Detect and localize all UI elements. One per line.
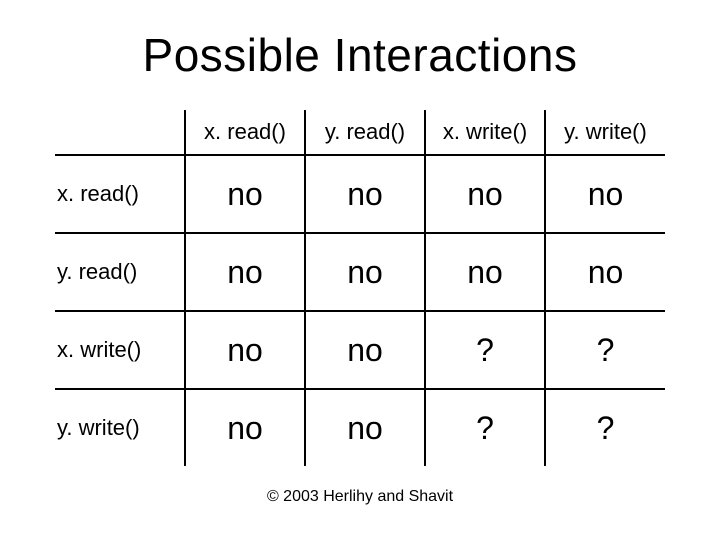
cell: no — [305, 389, 425, 466]
row-header: y. write() — [55, 389, 185, 466]
cell: ? — [425, 389, 545, 466]
page-title: Possible Interactions — [40, 28, 680, 82]
cell: no — [185, 155, 305, 233]
cell: no — [185, 311, 305, 389]
copyright-footer: © 2003 Herlihy and Shavit — [0, 488, 720, 506]
table-row: y. write() no no ? ? — [55, 389, 665, 466]
cell: no — [305, 233, 425, 311]
col-header: y. write() — [545, 110, 665, 155]
row-header: x. read() — [55, 155, 185, 233]
cell: no — [425, 155, 545, 233]
table-header-row: x. read() y. read() x. write() y. write(… — [55, 110, 665, 155]
cell: no — [545, 233, 665, 311]
table-row: x. write() no no ? ? — [55, 311, 665, 389]
slide: Possible Interactions x. read() y. read(… — [0, 0, 720, 540]
table-row: x. read() no no no no — [55, 155, 665, 233]
row-header: y. read() — [55, 233, 185, 311]
cell: no — [305, 155, 425, 233]
col-header: x. read() — [185, 110, 305, 155]
cell: no — [185, 233, 305, 311]
cell: ? — [545, 389, 665, 466]
col-header: x. write() — [425, 110, 545, 155]
table-row: y. read() no no no no — [55, 233, 665, 311]
col-header: y. read() — [305, 110, 425, 155]
table-corner — [55, 110, 185, 155]
cell: ? — [425, 311, 545, 389]
cell: no — [185, 389, 305, 466]
cell: no — [305, 311, 425, 389]
cell: no — [425, 233, 545, 311]
cell: no — [545, 155, 665, 233]
row-header: x. write() — [55, 311, 185, 389]
cell: ? — [545, 311, 665, 389]
interactions-table: x. read() y. read() x. write() y. write(… — [55, 110, 665, 466]
